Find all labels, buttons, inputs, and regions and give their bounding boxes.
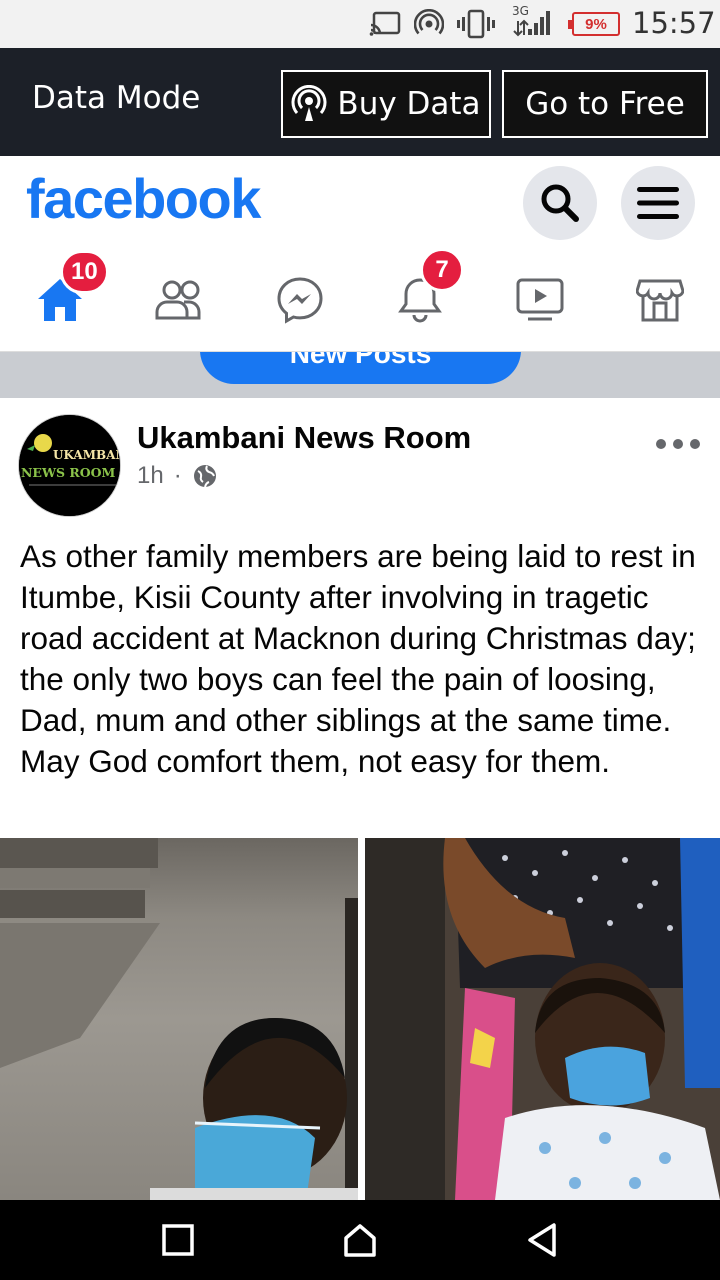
feed-post: UKAMBANI NEWS ROOM Ukambani News Room 1h… <box>0 398 720 1200</box>
messenger-icon <box>277 277 323 324</box>
back-button[interactable] <box>520 1218 564 1262</box>
more-dot <box>656 439 666 449</box>
new-posts-label: New Posts <box>289 352 432 369</box>
marketplace-icon <box>636 279 684 322</box>
search-button[interactable] <box>523 166 597 240</box>
go-to-free-button[interactable]: Go to Free <box>502 70 708 138</box>
tab-watch[interactable] <box>500 260 580 340</box>
tab-notifications[interactable]: 7 <box>380 248 464 340</box>
back-icon <box>528 1223 556 1257</box>
status-bar: 3G 9% 15:57 <box>0 0 720 48</box>
new-posts-button[interactable]: New Posts <box>200 352 521 384</box>
facebook-header: facebook 10 7 <box>0 156 720 352</box>
logo-text-bottom: NEWS ROOM <box>21 465 116 480</box>
buy-data-button[interactable]: Buy Data <box>281 70 491 138</box>
more-dot <box>673 439 683 449</box>
post-photo-left[interactable] <box>0 838 358 1200</box>
tab-friends[interactable] <box>140 260 220 340</box>
home-badge: 10 <box>60 250 109 294</box>
ukambani-logo: UKAMBANI NEWS ROOM <box>19 415 121 516</box>
more-dot <box>690 439 700 449</box>
tab-messenger[interactable] <box>260 260 340 340</box>
facebook-logo[interactable]: facebook <box>26 166 261 231</box>
cast-icon <box>368 8 402 40</box>
friends-icon <box>155 280 201 320</box>
logo-text-top: UKAMBANI <box>53 448 121 462</box>
menu-icon <box>637 187 679 219</box>
battery-indicator: 9% <box>568 12 620 36</box>
go-to-free-label: Go to Free <box>525 86 685 122</box>
post-text: As other family members are being laid t… <box>20 538 696 779</box>
menu-button[interactable] <box>621 166 695 240</box>
hotspot-icon <box>412 8 446 40</box>
meta-separator: · <box>173 462 182 489</box>
tab-home[interactable]: 10 <box>20 250 109 340</box>
post-photo-right[interactable] <box>365 838 720 1200</box>
data-mode-bar: Data Mode Buy Data Go to Free <box>0 48 720 156</box>
buy-data-label: Buy Data <box>337 86 481 122</box>
video-icon <box>516 278 564 321</box>
new-posts-strip: New Posts <box>0 352 720 398</box>
avatar[interactable]: UKAMBANI NEWS ROOM <box>18 414 121 517</box>
search-icon <box>541 184 579 222</box>
android-navigation-bar <box>0 1200 720 1280</box>
photo-boy-left <box>0 838 358 1200</box>
android-home-button[interactable] <box>338 1218 382 1262</box>
post-options-button[interactable] <box>656 432 700 456</box>
post-time[interactable]: 1h <box>137 462 164 490</box>
vibrate-icon <box>456 8 496 40</box>
tab-marketplace[interactable] <box>620 260 700 340</box>
home-icon <box>344 1224 376 1257</box>
broadcast-icon <box>291 85 327 121</box>
post-author[interactable]: Ukambani News Room <box>137 420 471 456</box>
recents-icon <box>162 1224 194 1256</box>
globe-icon <box>193 465 216 488</box>
recents-button[interactable] <box>156 1218 200 1262</box>
network-type-label: 3G <box>512 4 529 18</box>
data-mode-label: Data Mode <box>32 80 201 116</box>
post-meta: 1h · <box>137 462 218 490</box>
notifications-badge: 7 <box>420 248 464 292</box>
main-nav: 10 7 <box>0 248 720 340</box>
photo-boy-right <box>365 838 720 1200</box>
clock: 15:57 <box>632 6 716 40</box>
signal-icon: 3G <box>510 2 554 42</box>
